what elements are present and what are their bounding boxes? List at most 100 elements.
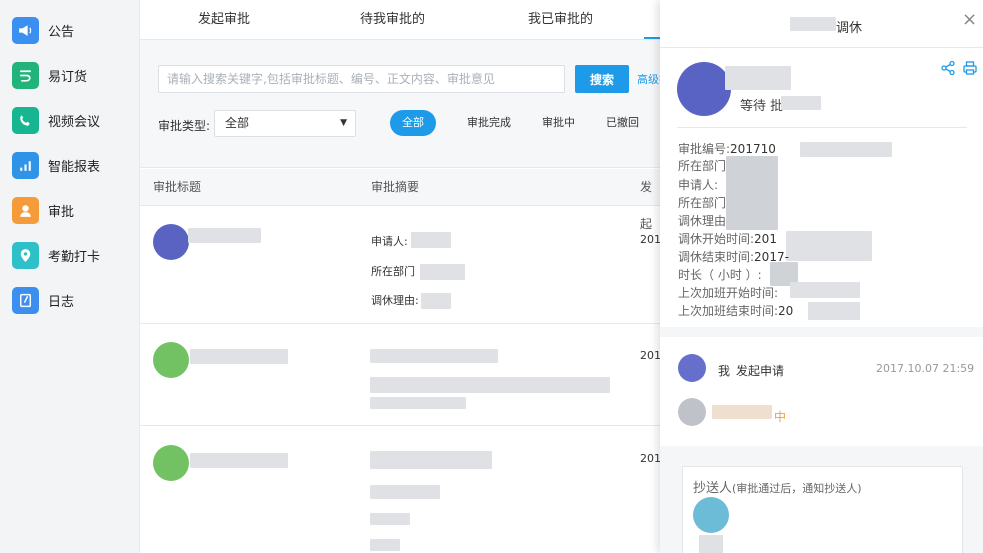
redacted-summary (370, 485, 440, 499)
sidebar-item-announcement[interactable]: 公告 (0, 8, 140, 52)
sidebar-item-label: 公告 (48, 24, 75, 40)
status-filter-withdrawn[interactable]: 已撤回 (606, 110, 639, 136)
tab-pending-my-approval[interactable]: 待我审批的 (360, 0, 425, 40)
chevron-down-icon: ▼ (340, 118, 347, 128)
share-icon[interactable] (940, 60, 956, 76)
avatar (153, 342, 189, 378)
column-header-summary: 审批摘要 (371, 180, 420, 194)
redacted-cc-name (699, 535, 723, 553)
cc-avatar[interactable] (693, 497, 729, 533)
avatar (153, 445, 189, 481)
search-input[interactable] (158, 65, 565, 93)
redacted-summary (370, 397, 466, 409)
section-gap (660, 327, 983, 337)
panel-header: 调休 × (660, 0, 983, 48)
close-icon[interactable]: × (962, 11, 978, 29)
redacted-value (726, 156, 778, 230)
table-row[interactable]: 申请人: 所在部门 调休理由: 201 (140, 207, 660, 324)
status-filter-in-progress[interactable]: 审批中 (542, 110, 575, 136)
redacted-name (725, 66, 791, 90)
megaphone-icon (12, 16, 39, 44)
tab-approved-by-me[interactable]: 我已审批的 (528, 0, 593, 40)
redacted-value (421, 293, 451, 309)
redacted-title-prefix (790, 17, 836, 31)
field-last-overtime-end: 上次加班结束时间:20 (678, 304, 794, 318)
initiated-date: 201 (640, 349, 660, 362)
redacted-summary (370, 377, 610, 393)
summary-line: 所在部门 (371, 265, 415, 278)
redacted-summary (370, 513, 410, 525)
sidebar-item-video-meeting[interactable]: 视频会议 (0, 98, 140, 142)
approval-type-value: 全部 (225, 116, 250, 130)
redacted-value (808, 302, 860, 320)
divider (677, 127, 967, 128)
field-duration: 时长（ 小时 ）: (678, 268, 762, 282)
status-filter-completed[interactable]: 审批完成 (467, 110, 511, 136)
app-sidebar: 公告 易订货 视频会议 智能报表 审批 考勤打卡 日志 (0, 0, 140, 553)
redacted-value (800, 142, 892, 157)
redacted-summary (370, 539, 400, 551)
pending-status: 中 (774, 410, 787, 424)
panel-title: 调休 (836, 21, 863, 36)
field-applicant: 申请人: (678, 178, 719, 192)
field-department-2: 所在部门: (678, 196, 731, 210)
sidebar-item-attendance[interactable]: 考勤打卡 (0, 233, 140, 277)
redacted-summary (370, 451, 492, 469)
approval-status: 等待 批 (740, 99, 784, 114)
column-header-initiated: 发起 (640, 180, 653, 231)
location-icon (12, 241, 39, 269)
initiator-avatar (678, 354, 706, 382)
redacted-value (411, 232, 451, 248)
table-row[interactable]: 201 (140, 325, 660, 426)
field-department: 所在部门: (678, 159, 731, 173)
applicant-avatar (677, 62, 731, 116)
tab-bar: 发起审批 待我审批的 我已审批的 (140, 0, 660, 40)
status-filter-all[interactable]: 全部 (390, 110, 436, 136)
sidebar-item-label: 审批 (48, 204, 75, 220)
field-leave-start: 调休开始时间:201 (678, 232, 777, 246)
sidebar-item-label: 日志 (48, 294, 75, 310)
redacted-value (790, 282, 860, 298)
initiated-date: 201 (640, 452, 660, 465)
initiator-name: 我 (718, 364, 731, 378)
chart-icon (12, 151, 39, 179)
redacted-title (190, 349, 288, 364)
summary-line: 申请人: (371, 235, 408, 248)
sidebar-item-approval[interactable]: 审批 (0, 188, 140, 232)
approval-type-label: 审批类型: (158, 119, 211, 133)
sidebar-item-smart-report[interactable]: 智能报表 (0, 143, 140, 187)
redacted-status (781, 96, 821, 110)
avatar (153, 224, 189, 260)
approval-type-select[interactable]: 全部 ▼ (214, 110, 356, 137)
field-last-overtime-start: 上次加班开始时间: (678, 286, 779, 300)
redacted-summary (370, 349, 498, 363)
redacted-title (190, 453, 288, 468)
approval-main: 发起审批 待我审批的 我已审批的 搜索 高级搜 审批类型: 全部 ▼ 全部 审批… (140, 0, 660, 553)
column-header-title: 审批标题 (153, 180, 202, 194)
sidebar-item-label: 智能报表 (48, 159, 101, 175)
filter-area: 搜索 高级搜 审批类型: 全部 ▼ 全部 审批完成 审批中 已撤回 (140, 40, 660, 168)
redacted-value (420, 264, 465, 280)
field-approval-number: 审批编号:201710 (678, 142, 776, 156)
table-header: 审批标题 审批摘要 发起 (140, 169, 660, 231)
summary-line: 调休理由: (371, 294, 419, 307)
sidebar-item-label: 易订货 (48, 69, 88, 85)
advanced-search-link[interactable]: 高级搜 (637, 71, 660, 87)
initiated-date: 201 (640, 233, 660, 246)
print-icon[interactable] (962, 60, 978, 76)
initiator-time: 2017.10.07 21:59 (876, 362, 975, 375)
cc-note: (审批通过后，通知抄送人) (732, 482, 862, 495)
initiator-action: 发起申请 (736, 364, 785, 378)
field-leave-reason: 调休理由: (678, 214, 731, 228)
video-call-icon (12, 106, 39, 134)
table-row[interactable]: 201 (140, 427, 660, 553)
cc-title: 抄送人(审批通过后，通知抄送人) (693, 481, 862, 496)
search-button[interactable]: 搜索 (575, 65, 629, 93)
sidebar-item-log[interactable]: 日志 (0, 278, 140, 322)
tab-initiate-approval[interactable]: 发起审批 (198, 0, 250, 40)
approval-icon (12, 196, 39, 224)
active-tab-indicator (644, 37, 660, 39)
redacted-approver (712, 405, 772, 419)
sidebar-item-order[interactable]: 易订货 (0, 53, 140, 97)
log-icon (12, 286, 39, 314)
